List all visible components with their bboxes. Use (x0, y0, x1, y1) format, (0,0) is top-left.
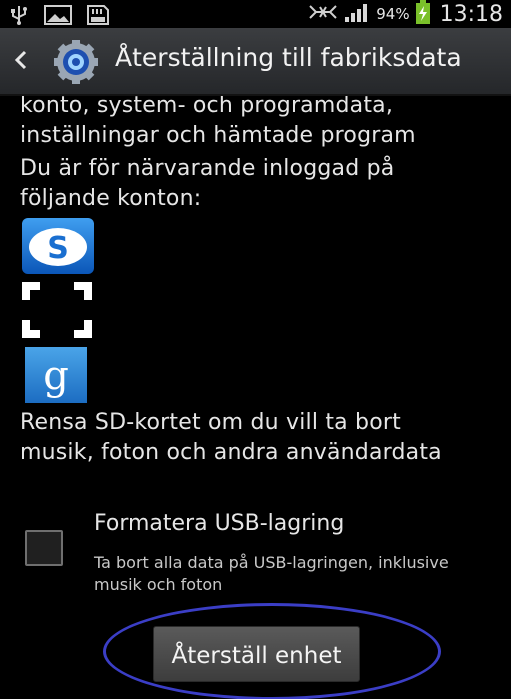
intro-line-1: konto, system- och programdata, (20, 96, 394, 118)
reset-device-button[interactable]: Återställ enhet (153, 626, 360, 682)
sd-card-text: Rensa SD-kortet om du vill ta bort musik… (20, 410, 442, 465)
page-title: Återställning till fabriksdata (115, 43, 462, 72)
format-usb-title[interactable]: Formatera USB-lagring (94, 511, 344, 536)
battery-percent: 94% (376, 5, 410, 23)
status-bar: 94% 13:18 (0, 0, 511, 28)
format-usb-checkbox[interactable] (25, 530, 63, 566)
usb-icon (8, 4, 30, 30)
svg-text:g: g (43, 353, 69, 399)
skype-icon: S (22, 218, 94, 278)
status-right-group: 94% 13:18 (308, 0, 503, 28)
signal-icon (344, 1, 370, 27)
back-arrow-icon[interactable] (12, 49, 30, 75)
intro-text: konto, system- och programdata, inställn… (20, 96, 480, 151)
accounts-text: Du är för närvarande inloggad på följand… (20, 156, 395, 211)
content-area[interactable]: konto, system- och programdata, inställn… (0, 96, 511, 699)
settings-gear-icon[interactable] (50, 40, 102, 88)
format-usb-subtitle: Ta bort alla data på USB-lagringen, inkl… (94, 553, 449, 594)
svg-text:S: S (47, 231, 69, 266)
no-signal-icon (308, 2, 338, 26)
clock: 13:18 (439, 1, 503, 27)
image-icon (44, 4, 72, 30)
app-brackets-icon (22, 282, 92, 342)
google-icon: g (22, 347, 90, 407)
battery-charging-icon (415, 0, 430, 28)
action-bar: Återställning till fabriksdata (0, 28, 511, 96)
sd-card-icon (86, 4, 110, 30)
intro-line-2: inställningar och hämtade program (20, 123, 416, 148)
